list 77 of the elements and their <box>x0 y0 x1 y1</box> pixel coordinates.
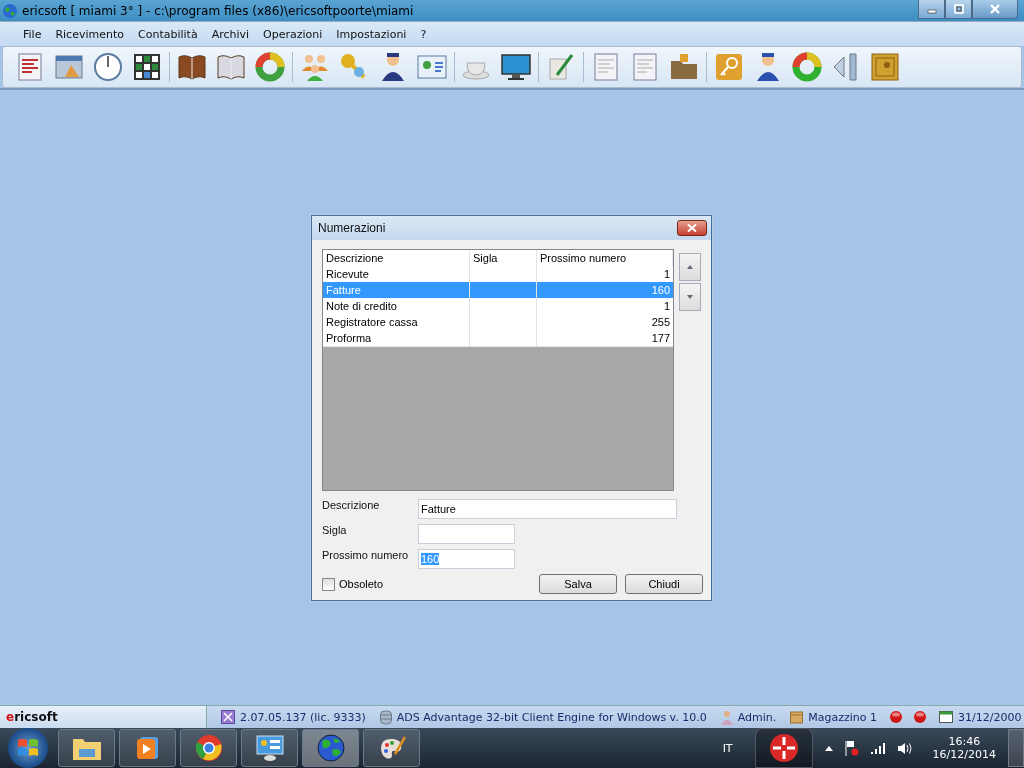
menu-item[interactable]: Contabilità <box>131 27 205 41</box>
status-light-icon <box>889 710 904 724</box>
menu-item[interactable]: Impostazioni <box>329 27 414 41</box>
box-icon <box>790 710 804 724</box>
app-name: ericsoft <box>5 710 59 724</box>
checkbox[interactable] <box>322 577 335 591</box>
engine-text: ADS Advantage 32-bit Client Engine for Windows v. 10.0 <box>396 710 707 724</box>
clock-button[interactable] <box>91 50 125 84</box>
status-light-icon <box>913 710 928 724</box>
table-row[interactable]: Registratore cassa 255 <box>323 314 673 330</box>
tray-app-button[interactable] <box>754 728 813 768</box>
dialog-button[interactable]: Chiudi <box>625 574 703 594</box>
checkbox-label: Obsoleto <box>339 578 384 590</box>
safe-button[interactable] <box>868 50 902 84</box>
table-row[interactable]: Note di credito 1 <box>323 298 673 314</box>
ring-chart-icon <box>254 51 286 83</box>
clock-icon <box>92 51 124 83</box>
menu-item[interactable]: Archivi <box>204 27 257 41</box>
taskbar-button[interactable] <box>180 729 237 767</box>
close-icon <box>687 224 697 232</box>
close-button[interactable] <box>677 220 707 236</box>
caret-down-icon <box>687 295 693 299</box>
signal-bars-icon[interactable] <box>870 742 885 754</box>
warehouse-text: Magazzino 1 <box>808 710 878 724</box>
calendar-icon <box>939 711 954 723</box>
table-cell: 177 <box>537 330 673 347</box>
restore-icon <box>953 4 964 14</box>
dialog-title: Numerazioni <box>318 221 386 235</box>
puzzle-icon <box>221 710 235 724</box>
speaker-icon[interactable] <box>896 741 913 755</box>
input-field[interactable]: Fatture <box>418 499 677 519</box>
control-panel-icon <box>254 734 285 762</box>
table-row[interactable]: Proforma 177 <box>323 330 673 346</box>
language-indicator[interactable]: IT <box>722 741 733 755</box>
close-button[interactable] <box>972 0 1018 19</box>
menu-item[interactable]: File <box>16 27 49 41</box>
field-label: Prossimo numero <box>322 549 410 561</box>
table-cell: Proforma <box>323 330 470 347</box>
clock[interactable]: 16:46 16/12/2014 <box>932 735 996 761</box>
window-title: ericsoft [ miami 3° ] - c:\program files (x86)\ericsoftpoorte\miami <box>22 3 414 18</box>
field-label: Sigla <box>322 524 348 536</box>
round-browser-icon <box>194 734 223 762</box>
database-icon <box>379 709 392 725</box>
taskbar-button[interactable] <box>302 729 359 767</box>
menu-item[interactable]: Operazioni <box>256 27 330 41</box>
clock-date: 16/12/2014 <box>932 748 996 761</box>
key-icon <box>713 51 745 83</box>
monitor-icon <box>500 51 532 83</box>
start-button[interactable] <box>8 728 48 768</box>
table-row[interactable]: Ricevute 1 <box>323 266 673 282</box>
menu-item[interactable]: Ricevimento <box>48 27 131 41</box>
clock-time: 16:46 <box>948 735 981 748</box>
ring-chart-button[interactable] <box>253 50 287 84</box>
flag-icon[interactable] <box>844 740 859 756</box>
taskbar-button[interactable] <box>58 729 115 767</box>
date-text: 31/12/2000 <box>958 710 1022 724</box>
dialog-button[interactable]: Salva <box>539 574 617 594</box>
field-label: Descrizione <box>322 499 381 511</box>
caret-up-icon <box>687 265 693 269</box>
checkerboard-icon <box>131 51 163 83</box>
safe-icon <box>869 51 901 83</box>
play-icon <box>135 735 160 761</box>
windows-logo-icon <box>17 737 39 759</box>
restore-button[interactable] <box>945 0 972 19</box>
close-icon <box>989 4 1001 14</box>
menu-item[interactable]: ? <box>413 27 434 41</box>
show-hidden-icons-icon[interactable] <box>824 745 833 751</box>
taskbar-button[interactable] <box>363 729 420 767</box>
version-text: 2.07.05.137 (lic. 9333) <box>240 710 366 724</box>
globe-icon <box>2 2 18 19</box>
taskbar-button[interactable] <box>241 729 298 767</box>
globe-icon <box>315 733 346 763</box>
taskbar-button[interactable] <box>119 729 176 767</box>
input-field[interactable] <box>418 524 515 544</box>
user-text: Admin. <box>737 710 777 724</box>
user-icon <box>720 709 733 725</box>
minimize-button[interactable] <box>918 0 945 19</box>
